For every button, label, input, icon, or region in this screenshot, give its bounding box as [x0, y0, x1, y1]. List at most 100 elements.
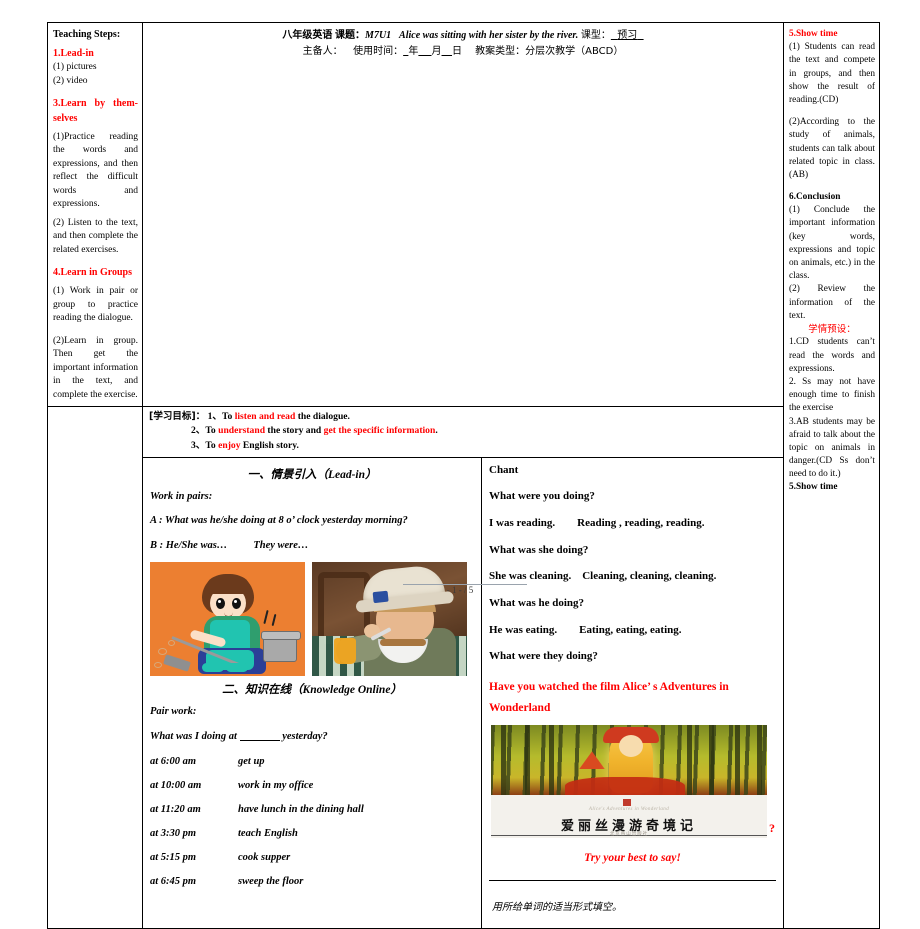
use-time-month: 月: [431, 46, 442, 58]
chant-pane: Chant What were you doing? I was reading…: [482, 458, 784, 929]
knowledge-title-cn: 二、知识在线: [222, 682, 292, 697]
objectives-label: [学习目标]：: [149, 411, 206, 423]
lesson-type-value: 预习: [617, 30, 638, 41]
lead-in-section-title: 一、情景引入（Lead-in）: [150, 466, 474, 482]
lead-in-images: [150, 562, 474, 677]
expectation-title: 学情预设：: [808, 323, 856, 335]
note-heading-show-time: 5.Show time: [789, 29, 838, 39]
lead-in-title-en: （Lead-in）: [316, 468, 377, 481]
work-in-pairs-label: Work in pairs:: [150, 490, 213, 502]
expectation-line: 3.AB students may be afraid to talk abou…: [789, 416, 875, 480]
step-line: (1) Work in pair or group to practice re…: [53, 286, 138, 324]
step-heading-learn-in-groups: 4.Learn in Groups: [53, 267, 132, 279]
teaching-steps-title: Teaching Steps:: [53, 29, 121, 40]
lead-in-pane: 一、情景引入（Lead-in） Work in pairs: A : What …: [143, 457, 482, 929]
notes-cell: 5.Show time (1) Students can read the te…: [783, 21, 880, 929]
list-item: at 11:20 am have lunch in the dining hall: [150, 804, 474, 816]
table-row: [学习目标]： 1、To listen and read the dialogu…: [47, 406, 880, 458]
list-item: at 3:30 pm teach English: [150, 828, 474, 840]
topic-code: M7U1: [365, 30, 392, 41]
chant-line: He was eating. Eating, eating, eating.: [489, 624, 776, 637]
chant-line: What was he doing?: [489, 597, 776, 610]
knowledge-online-section-title: 二、知识在线（Knowledge Online）: [150, 681, 474, 697]
page-footer: - 1 - / 5: [446, 585, 474, 595]
teaching-steps-spacer: [47, 406, 143, 458]
chant-line: What was she doing?: [489, 544, 776, 557]
dialogue-line-b: B : He/She was… They were…: [150, 540, 474, 553]
note-heading-conclusion: 6.Conclusion: [789, 192, 841, 203]
plan-type: 教案类型：分层次教学（ABCD）: [475, 46, 624, 58]
schedule-list: at 6:00 am get up at 10:00 am work in my o…: [150, 756, 474, 888]
note-closing-heading: 5.Show time: [789, 482, 838, 493]
chant-text: She was cleaning.: [489, 570, 572, 583]
objective-pre: To: [205, 439, 219, 451]
chant-echo: Reading , reading, reading.: [577, 516, 705, 529]
objective-emphasis: listen and read: [234, 411, 296, 423]
schedule-time: at 5:15 pm: [150, 851, 197, 863]
film-question-line-2: Wonderland: [489, 702, 551, 715]
preparer-label: 主备人：: [302, 46, 343, 58]
alice-book-cover-image: Alice's Adventures in Wonderland 爱丽丝漫游奇境…: [491, 725, 767, 839]
chant-text: What were you doing?: [489, 490, 595, 503]
film-question-line-1: Have you watched the film Alice’ s Adven…: [489, 680, 729, 693]
use-time-day: 日: [452, 46, 463, 58]
note-line: (1) Conclude the important information (…: [789, 205, 875, 282]
schedule-activity: teach English: [238, 827, 298, 839]
table-row: 一、情景引入（Lead-in） Work in pairs: A : What …: [47, 456, 880, 929]
note-line: (1) Students can read the text and compe…: [789, 42, 875, 105]
objectives-row: 3、To enjoy English story.: [149, 439, 777, 453]
fill-in-instruction: 用所给单词的适当形式填空。: [492, 902, 622, 914]
list-item: at 10:00 am work in my office: [150, 780, 474, 792]
lesson-header: 八年级英语 课题：M7U1 Alice was sitting with her…: [143, 23, 783, 65]
film-question: Have you watched the film Alice’ s Adven…: [489, 677, 776, 720]
step-line: (2) Listen to the text, and then complet…: [53, 217, 138, 255]
schedule-activity: have lunch in the dining hall: [238, 803, 364, 815]
body-split: 一、情景引入（Lead-in） Work in pairs: A : What …: [143, 457, 784, 929]
objectives-row: [学习目标]： 1、To listen and read the dialogu…: [149, 410, 777, 424]
grade-subject: 八年级英语: [282, 30, 333, 41]
chant-line: What were you doing?: [489, 490, 776, 503]
header-line-1: 八年级英语 课题：M7U1 Alice was sitting with her…: [149, 28, 777, 44]
objective-pre: To: [205, 425, 219, 437]
question-mark: ?: [769, 821, 775, 836]
teaching-steps-cell: Teaching Steps: 1.Lead-in (1) pictures (…: [47, 21, 143, 408]
pair-work-label: Pair work:: [150, 706, 197, 718]
objective-num: 2、: [191, 425, 206, 437]
lesson-type-label: 课型：: [580, 30, 611, 41]
question-post: yesterday?: [282, 731, 328, 743]
use-time-year: 年: [408, 46, 419, 58]
question-pre: What was I doing at: [150, 731, 237, 743]
lesson-plan-table: Teaching Steps: 1.Lead-in (1) pictures (…: [47, 21, 880, 929]
schedule-activity: sweep the floor: [238, 875, 304, 887]
chant-line: What were they doing?: [489, 650, 776, 663]
chant-title: Chant: [489, 463, 519, 476]
schedule-activity: work in my office: [238, 779, 314, 791]
girl-sweeping-image: [150, 562, 305, 677]
boy-eating-image: [312, 562, 467, 677]
note-line: (2)According to the study of animals, st…: [789, 117, 875, 180]
chant-text: He was eating.: [489, 623, 558, 636]
step-heading-lead-in: 1.Lead-in: [53, 48, 94, 60]
objective-post: .: [435, 425, 438, 437]
divider: [489, 880, 776, 882]
list-item: at 5:15 pm cook supper: [150, 852, 474, 864]
step-line: (2)Learn in group. Then get the importan…: [53, 335, 138, 400]
schedule-time: at 10:00 am: [150, 779, 202, 791]
step-line: (1)Practice reading the words and expres…: [53, 131, 138, 210]
chant-text: I was reading.: [489, 516, 556, 529]
answer-blank[interactable]: [239, 740, 280, 742]
objective-mid: the story and: [265, 425, 324, 437]
chant-text: What were they doing?: [489, 650, 598, 663]
objective-mid: English story.: [240, 439, 299, 451]
chant-line: I was reading. Reading , reading, reading…: [489, 517, 776, 530]
chant-text: What was she doing?: [489, 543, 589, 556]
dialogue-line-a: A : What was he/she doing at 8 o’ clock …: [150, 515, 408, 527]
document-page: Teaching Steps: 1.Lead-in (1) pictures (…: [0, 0, 920, 929]
objective-emphasis: understand: [218, 425, 266, 437]
expectation-line: 1.CD students can’t read the words and e…: [789, 337, 875, 374]
objective-emphasis: enjoy: [218, 439, 241, 451]
main-content-cell: 八年级英语 课题：M7U1 Alice was sitting with her…: [142, 21, 784, 408]
step-line: (2) video: [53, 75, 88, 86]
step-heading-learn-by-themselves: 3.Learn by them-selves: [53, 98, 138, 124]
use-time-label: 使用时间：: [353, 46, 404, 58]
